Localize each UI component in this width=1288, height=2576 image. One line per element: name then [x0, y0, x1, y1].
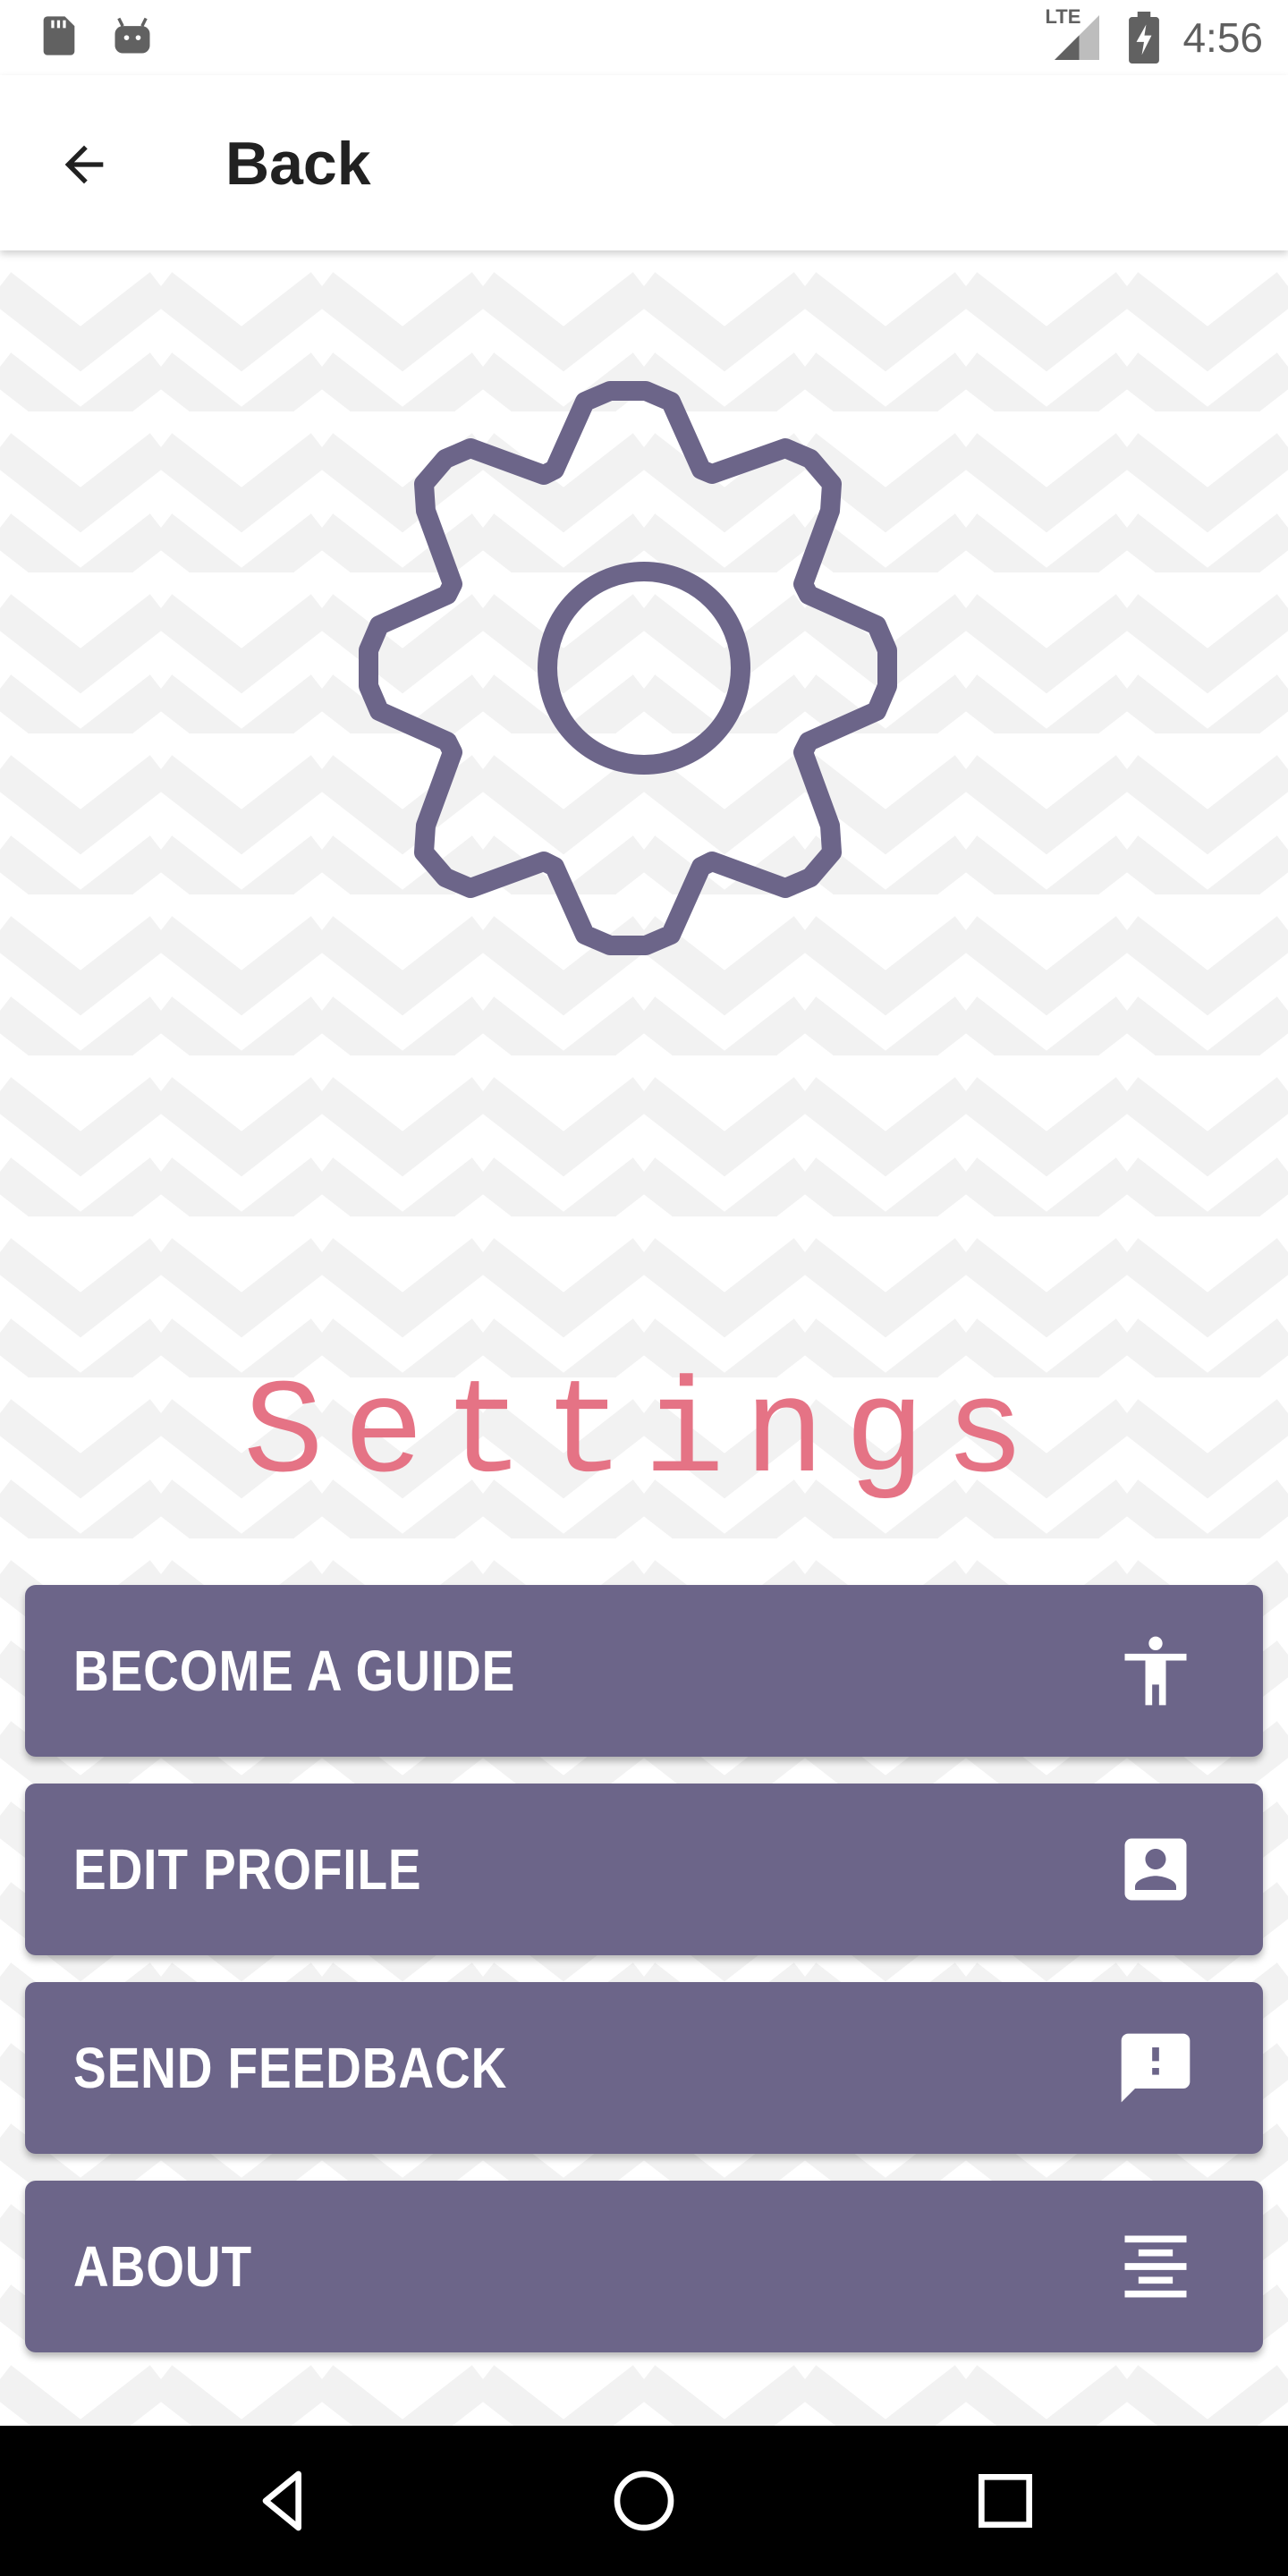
- android-icon: [114, 17, 150, 54]
- settings-content: Settings BECOME A GUIDE EDIT PROFILE SEN…: [0, 250, 1288, 2426]
- battery-charging-icon: [1129, 12, 1160, 64]
- status-bar: LTE 4:56: [0, 0, 1288, 75]
- home-circle-icon[interactable]: [608, 2465, 680, 2537]
- become-a-guide-button[interactable]: BECOME A GUIDE: [25, 1585, 1263, 1757]
- accessibility-icon: [1124, 1636, 1187, 1706]
- status-right: LTE 4:56: [1045, 5, 1263, 66]
- menu-label: ABOUT: [73, 2234, 252, 2299]
- menu-label: SEND FEEDBACK: [73, 2036, 508, 2100]
- back-triangle-icon[interactable]: [248, 2465, 319, 2537]
- about-button[interactable]: ABOUT: [25, 2181, 1263, 2352]
- align-center-icon: [1124, 2235, 1187, 2298]
- page-title: Settings: [242, 1360, 1046, 1512]
- contact-card-icon: [1124, 1838, 1187, 1901]
- menu-label: BECOME A GUIDE: [73, 1639, 516, 1703]
- network-type-label: LTE: [1045, 5, 1081, 28]
- back-label[interactable]: Back: [225, 131, 371, 198]
- edit-profile-button[interactable]: EDIT PROFILE: [25, 1784, 1263, 1955]
- signal-icon: LTE: [1045, 5, 1104, 64]
- status-time: 4:56: [1182, 14, 1263, 61]
- system-nav-bar: [0, 2426, 1288, 2576]
- send-feedback-button[interactable]: SEND FEEDBACK: [25, 1982, 1263, 2154]
- menu-label: EDIT PROFILE: [73, 1837, 422, 1902]
- settings-menu: BECOME A GUIDE EDIT PROFILE SEND FEEDBAC…: [25, 1585, 1263, 2379]
- recents-square-icon[interactable]: [970, 2465, 1041, 2537]
- feedback-icon: [1121, 2033, 1191, 2103]
- arrow-left-icon[interactable]: [55, 136, 113, 193]
- sd-card-icon: [43, 16, 75, 55]
- gear-icon: [359, 381, 897, 955]
- app-bar: Back: [0, 75, 1288, 250]
